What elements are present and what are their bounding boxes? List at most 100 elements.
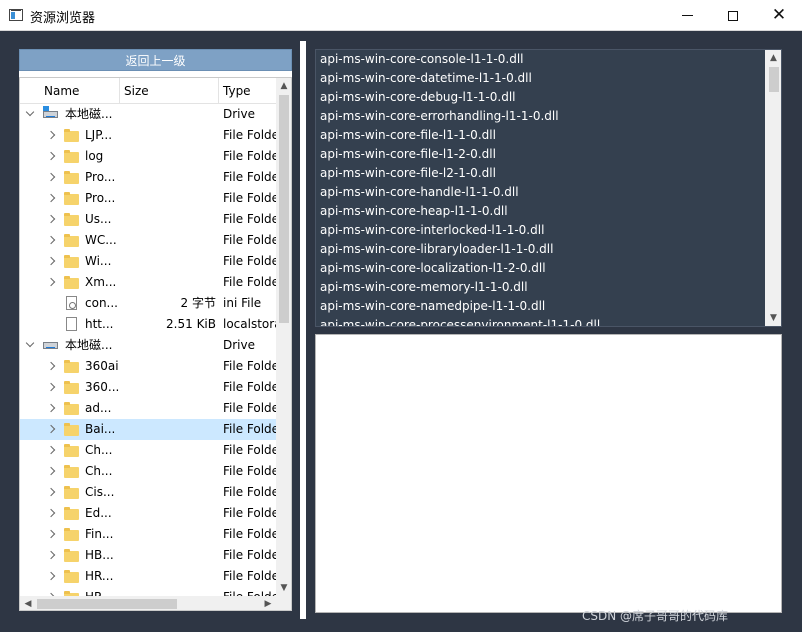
scroll-down-arrow-icon[interactable]: ▼ [765, 310, 781, 326]
chevron-right-icon[interactable] [45, 419, 57, 440]
tree-row-size [120, 503, 216, 524]
file-list-item[interactable]: api-ms-win-core-processenvironment-l1-1-… [316, 316, 765, 326]
chevron-right-icon[interactable] [45, 503, 57, 524]
tree-row-name: 本地磁... [65, 107, 113, 121]
column-header-type[interactable]: Type [219, 78, 276, 104]
scroll-down-arrow-icon[interactable]: ▼ [276, 580, 291, 596]
maximize-button[interactable] [710, 0, 756, 31]
tree-row[interactable]: Us... File Folder [20, 209, 276, 230]
chevron-right-icon[interactable] [45, 272, 57, 293]
file-list-item[interactable]: api-ms-win-core-file-l1-2-0.dll [316, 145, 765, 164]
column-header-size[interactable]: Size [120, 78, 219, 104]
tree-row-type: File Folder [223, 170, 276, 184]
chevron-right-icon[interactable] [45, 482, 57, 503]
folder-icon [64, 192, 79, 205]
tree-row[interactable]: LJP... File Folder [20, 125, 276, 146]
file-list-item[interactable]: api-ms-win-core-interlocked-l1-1-0.dll [316, 221, 765, 240]
pane-splitter[interactable] [300, 41, 306, 619]
tree-row-type: ini File [223, 296, 262, 310]
file-list-item[interactable]: api-ms-win-core-file-l1-1-0.dll [316, 126, 765, 145]
tree-row-size [120, 188, 216, 209]
file-list-item[interactable]: api-ms-win-core-memory-l1-1-0.dll [316, 278, 765, 297]
scrollbar-thumb[interactable] [769, 67, 779, 92]
chevron-right-icon[interactable] [45, 188, 57, 209]
file-list-item[interactable]: api-ms-win-core-heap-l1-1-0.dll [316, 202, 765, 221]
chevron-right-icon[interactable] [45, 167, 57, 188]
scrollbar-thumb[interactable] [279, 95, 289, 323]
chevron-right-icon[interactable] [45, 356, 57, 377]
tree-row[interactable]: Xm... File Folder [20, 272, 276, 293]
chevron-down-icon[interactable] [24, 104, 36, 125]
chevron-right-icon[interactable] [45, 461, 57, 482]
file-list-item[interactable]: api-ms-win-core-console-l1-1-0.dll [316, 50, 765, 69]
folder-icon [64, 402, 79, 415]
chevron-right-icon[interactable] [45, 587, 57, 596]
tree-row[interactable]: log File Folder [20, 146, 276, 167]
tree-row[interactable]: 本地磁... Drive [20, 335, 276, 356]
tree-row-name: con... [85, 296, 118, 310]
scroll-left-arrow-icon[interactable]: ◀ [20, 596, 36, 610]
chevron-right-icon[interactable] [45, 440, 57, 461]
tree-row[interactable]: Fin... File Folder [20, 524, 276, 545]
tree-row[interactable]: WC... File Folder [20, 230, 276, 251]
tree-row[interactable]: 360... File Folder [20, 377, 276, 398]
chevron-right-icon[interactable] [45, 146, 57, 167]
tree-row-size [120, 440, 216, 461]
tree-row[interactable]: Pro... File Folder [20, 188, 276, 209]
file-list-item[interactable]: api-ms-win-core-namedpipe-l1-1-0.dll [316, 297, 765, 316]
scroll-up-arrow-icon[interactable]: ▲ [765, 50, 781, 66]
chevron-right-icon[interactable] [45, 251, 57, 272]
tree-vertical-scrollbar[interactable]: ▲ ▼ [276, 78, 291, 596]
scroll-right-arrow-icon[interactable]: ▶ [260, 596, 276, 610]
chevron-right-icon[interactable] [45, 524, 57, 545]
file-list-item[interactable]: api-ms-win-core-libraryloader-l1-1-0.dll [316, 240, 765, 259]
tree-row[interactable]: 本地磁... Drive [20, 104, 276, 125]
tree-row[interactable]: Cis... File Folder [20, 482, 276, 503]
file-list-scrollbar[interactable]: ▲ ▼ [765, 50, 781, 326]
file-list-item[interactable]: api-ms-win-core-localization-l1-2-0.dll [316, 259, 765, 278]
tree-row[interactable]: Pro... File Folder [20, 167, 276, 188]
file-list-item[interactable]: api-ms-win-core-handle-l1-1-0.dll [316, 183, 765, 202]
tree-header: Name Size Type [20, 78, 276, 104]
chevron-right-icon[interactable] [45, 398, 57, 419]
tree-row[interactable]: Bai... File Folder [20, 419, 276, 440]
tree-row[interactable]: Ch... File Folder [20, 461, 276, 482]
file-list-item[interactable]: api-ms-win-core-debug-l1-1-0.dll [316, 88, 765, 107]
tree-row-type: File Folder [223, 485, 276, 499]
chevron-right-icon[interactable] [45, 230, 57, 251]
tree-row-name: Xm... [85, 275, 117, 289]
tree-horizontal-scrollbar[interactable]: ◀ ▶ [20, 596, 276, 610]
tree-row[interactable]: 360ai File Folder [20, 356, 276, 377]
file-list-item[interactable]: api-ms-win-core-file-l2-1-0.dll [316, 164, 765, 183]
close-button[interactable]: ✕ [756, 0, 802, 31]
tree-row[interactable]: Ed... File Folder [20, 503, 276, 524]
tree-row[interactable]: Ch... File Folder [20, 440, 276, 461]
scrollbar-thumb[interactable] [37, 599, 177, 609]
file-list-item[interactable]: api-ms-win-core-errorhandling-l1-1-0.dll [316, 107, 765, 126]
file-list-item[interactable]: api-ms-win-core-datetime-l1-1-0.dll [316, 69, 765, 88]
scroll-up-arrow-icon[interactable]: ▲ [276, 78, 291, 94]
tree-row[interactable]: HR... File Folder [20, 587, 276, 596]
chevron-right-icon[interactable] [45, 377, 57, 398]
tree-row[interactable]: htt... 2.51 KiB localstorage [20, 314, 276, 335]
tree-row[interactable]: Wi... File Folder [20, 251, 276, 272]
chevron-right-icon[interactable] [45, 209, 57, 230]
tree-row-size: 2.51 KiB [166, 317, 216, 331]
tree-row[interactable]: con... 2 字节 ini File [20, 293, 276, 314]
tree-row-name: htt... [85, 317, 114, 331]
tree-row-name: 360... [85, 380, 120, 394]
chevron-down-icon[interactable] [24, 335, 36, 356]
back-up-button[interactable]: 返回上一级 [19, 49, 292, 71]
tree-row-type: File Folder [223, 380, 276, 394]
tree-row-size [120, 482, 216, 503]
minimize-button[interactable] [664, 0, 710, 31]
column-header-name[interactable]: Name [40, 78, 120, 104]
tree-row[interactable]: HR... File Folder [20, 566, 276, 587]
chevron-right-icon[interactable] [45, 545, 57, 566]
chevron-right-icon[interactable] [45, 125, 57, 146]
preview-panel[interactable] [315, 334, 782, 613]
chevron-right-icon[interactable] [45, 566, 57, 587]
tree-row[interactable]: HB... File Folder [20, 545, 276, 566]
tree-row-name: 本地磁... [65, 338, 113, 352]
tree-row[interactable]: ad... File Folder [20, 398, 276, 419]
